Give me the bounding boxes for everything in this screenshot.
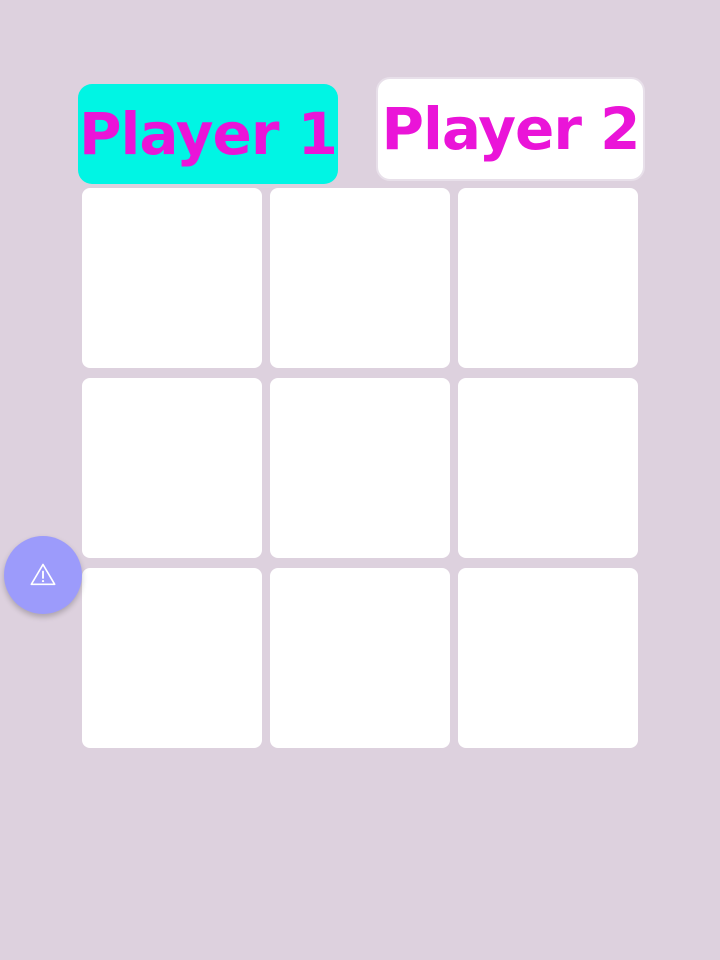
game-board: [82, 188, 638, 748]
board-cell-2[interactable]: [458, 188, 638, 368]
board-cell-7[interactable]: [270, 568, 450, 748]
player-1-label: Player 1: [78, 100, 338, 168]
board-cell-1[interactable]: [270, 188, 450, 368]
warning-fab-button[interactable]: [4, 536, 82, 614]
board-cell-3[interactable]: [82, 378, 262, 558]
board-cell-5[interactable]: [458, 378, 638, 558]
board-cell-8[interactable]: [458, 568, 638, 748]
player-2-label: Player 2: [381, 95, 640, 163]
board-cell-6[interactable]: [82, 568, 262, 748]
player-2-tab[interactable]: Player 2: [376, 77, 645, 181]
player-1-tab[interactable]: Player 1: [78, 84, 338, 184]
board-cell-4[interactable]: [270, 378, 450, 558]
warning-icon: [30, 563, 56, 586]
board-cell-0[interactable]: [82, 188, 262, 368]
